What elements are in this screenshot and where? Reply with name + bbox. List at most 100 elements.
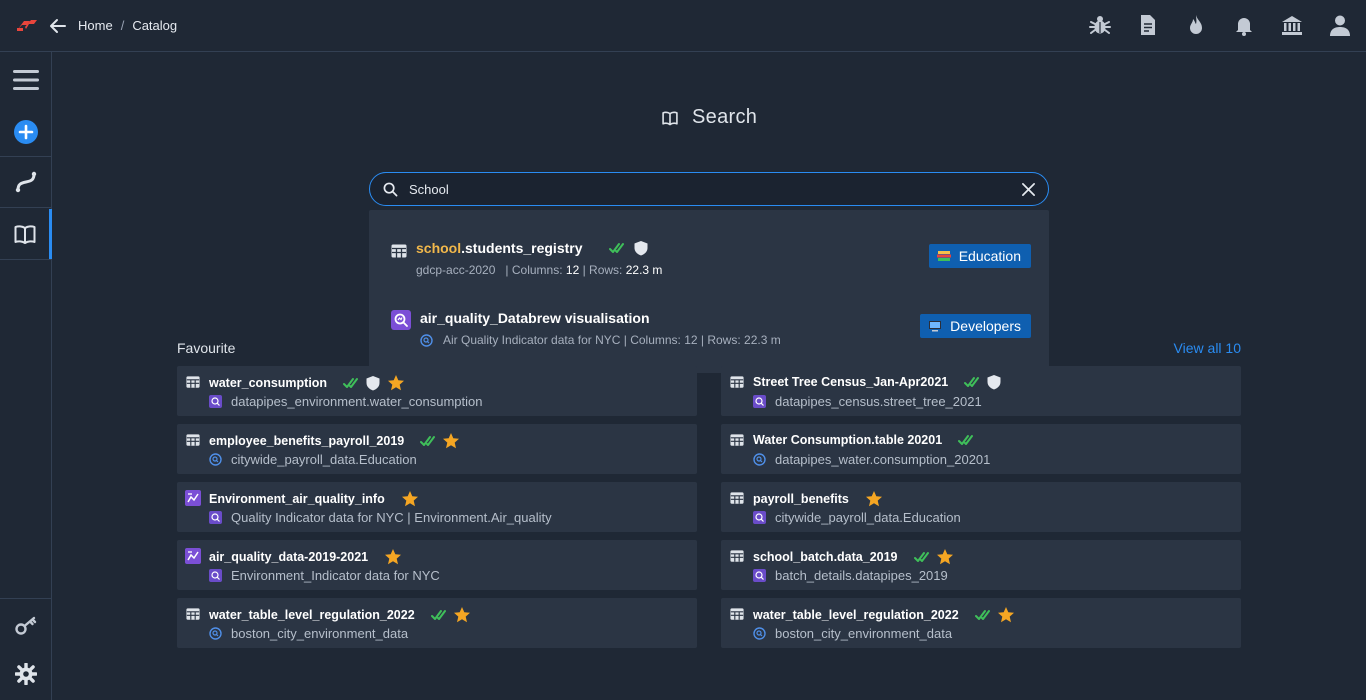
view-all-link[interactable]: View all 10	[1174, 340, 1241, 356]
sidebar-item-settings[interactable]	[0, 649, 52, 699]
favourite-card-subtitle: datapipes_census.street_tree_2021	[753, 394, 982, 409]
verified-check-icon	[974, 610, 990, 620]
fire-icon[interactable]	[1184, 13, 1208, 37]
favourite-title-text: water_table_level_regulation_2022	[753, 608, 959, 622]
result-meta: gdcp-acc-2020 | Columns: 12 | Rows: 22.3…	[416, 263, 663, 277]
visualisation-icon	[185, 548, 201, 564]
favourite-card-subtitle: citywide_payroll_data.Education	[753, 510, 961, 525]
pipeline-icon	[15, 171, 37, 193]
favourite-card-title: school_batch.data_2019	[753, 548, 954, 566]
star-icon[interactable]	[387, 374, 405, 392]
result-title-text: air_quality_Databrew visualisation	[420, 310, 650, 326]
sidebar-divider	[0, 259, 52, 260]
search-input[interactable]	[409, 179, 989, 199]
search-result-item[interactable]: school.students_registry gdcp-acc-2020 |…	[391, 236, 1031, 286]
domain-tag[interactable]: Education	[928, 244, 1031, 268]
dataset-icon	[753, 569, 766, 582]
favourite-card-title: Water Consumption.table 20201	[753, 432, 974, 448]
table-icon	[730, 492, 744, 504]
star-icon[interactable]	[453, 606, 471, 624]
menu-button[interactable]	[0, 55, 52, 105]
favourite-title-text: payroll_benefits	[753, 492, 849, 506]
result-description: Air Quality Indicator data for NYC | Col…	[443, 333, 781, 347]
favourite-card[interactable]: water_consumption datapipes_environment.w…	[177, 366, 697, 416]
star-icon[interactable]	[997, 606, 1015, 624]
query-icon	[753, 453, 766, 466]
result-rows-label: Rows:	[589, 263, 623, 277]
document-icon[interactable]	[1136, 13, 1160, 37]
favourite-card-title: water_consumption	[209, 374, 405, 392]
verified-check-icon	[343, 378, 359, 388]
domain-tag[interactable]: Developers	[920, 314, 1031, 338]
search-result-item[interactable]: air_quality_Databrew visualisation Air Q…	[391, 306, 1031, 356]
favourite-card-title: Environment_air_quality_info	[209, 490, 419, 508]
favourite-subtitle-text: citywide_payroll_data.Education	[775, 510, 961, 525]
favourite-subtitle-text: boston_city_environment_data	[775, 626, 953, 641]
verified-check-icon	[608, 243, 624, 253]
favourite-card[interactable]: air_quality_data-2019-2021 Environment_In…	[177, 540, 697, 590]
verified-check-icon	[420, 436, 436, 446]
sidebar-item-keys[interactable]	[0, 601, 52, 651]
favourite-card[interactable]: water_table_level_regulation_2022 boston_…	[721, 598, 1241, 648]
favourite-subtitle-text: datapipes_environment.water_consumption	[231, 394, 483, 409]
favourite-card-title: water_table_level_regulation_2022	[209, 606, 471, 624]
hamburger-menu-icon	[13, 70, 39, 90]
domain-tag-label: Education	[958, 248, 1021, 264]
breadcrumb-home[interactable]: Home	[78, 18, 113, 33]
table-icon	[186, 434, 200, 446]
star-icon[interactable]	[442, 432, 460, 450]
top-bar: Home / Catalog	[0, 0, 1366, 52]
favourite-card[interactable]: Water Consumption.table 20201 datapipes_w…	[721, 424, 1241, 474]
book-icon	[14, 225, 35, 244]
close-icon[interactable]	[1021, 182, 1036, 197]
sidebar-divider	[0, 207, 52, 208]
favourite-subtitle-text: batch_details.datapipes_2019	[775, 568, 948, 583]
favourite-card-title: Street Tree Census_Jan-Apr2021	[753, 374, 1002, 390]
favourite-card[interactable]: payroll_benefits citywide_payroll_data.Ed…	[721, 482, 1241, 532]
key-icon	[15, 616, 37, 635]
plus-circle-icon	[14, 120, 38, 144]
search-box	[369, 172, 1049, 206]
favourite-title-text: water_table_level_regulation_2022	[209, 608, 415, 622]
star-icon[interactable]	[384, 548, 402, 566]
create-new-button[interactable]	[0, 107, 52, 157]
star-icon[interactable]	[865, 490, 883, 508]
dataset-icon	[209, 511, 222, 524]
gear-icon	[15, 663, 37, 685]
bank-icon[interactable]	[1280, 13, 1304, 37]
favourite-subtitle-text: datapipes_census.street_tree_2021	[775, 394, 982, 409]
dataset-icon	[753, 395, 766, 408]
sidebar-item-catalog[interactable]	[0, 209, 52, 259]
favourite-card-subtitle: datapipes_water.consumption_20201	[753, 452, 990, 467]
favourite-title-text: school_batch.data_2019	[753, 550, 898, 564]
back-arrow-icon[interactable]	[48, 16, 68, 36]
table-icon	[391, 244, 407, 258]
favourite-title-text: employee_benefits_payroll_2019	[209, 434, 405, 448]
sidebar-item-pipelines[interactable]	[0, 157, 52, 207]
verified-check-icon	[430, 610, 446, 620]
favourite-card[interactable]: Environment_air_quality_info Quality Indi…	[177, 482, 697, 532]
table-icon	[186, 376, 200, 388]
user-profile-icon[interactable]	[1328, 13, 1352, 37]
table-icon	[186, 608, 200, 620]
bug-icon[interactable]	[1088, 13, 1112, 37]
favourite-card-subtitle: Environment_Indicator data for NYC	[209, 568, 440, 583]
star-icon[interactable]	[401, 490, 419, 508]
top-icon-bar	[1088, 13, 1352, 37]
app-logo-icon[interactable]	[16, 17, 38, 35]
visualisation-icon	[185, 490, 201, 506]
favourite-title-text: Environment_air_quality_info	[209, 492, 385, 506]
favourite-card[interactable]: school_batch.data_2019 batch_details.data…	[721, 540, 1241, 590]
star-icon[interactable]	[936, 548, 954, 566]
dataset-icon	[209, 569, 222, 582]
bell-icon[interactable]	[1232, 13, 1256, 37]
favourite-card[interactable]: Street Tree Census_Jan-Apr2021 datapipes_…	[721, 366, 1241, 416]
favourite-card[interactable]: employee_benefits_payroll_2019 citywide_p…	[177, 424, 697, 474]
favourite-card[interactable]: water_table_level_regulation_2022 boston_…	[177, 598, 697, 648]
favourite-card-subtitle: Quality Indicator data for NYC | Environ…	[209, 510, 552, 525]
favourite-card-subtitle: batch_details.datapipes_2019	[753, 568, 948, 583]
favourite-title-text: Water Consumption.table 20201	[753, 433, 943, 447]
favourite-subtitle-text: Quality Indicator data for NYC | Environ…	[231, 510, 552, 525]
result-title: school.students_registry	[416, 240, 649, 256]
table-icon	[730, 608, 744, 620]
